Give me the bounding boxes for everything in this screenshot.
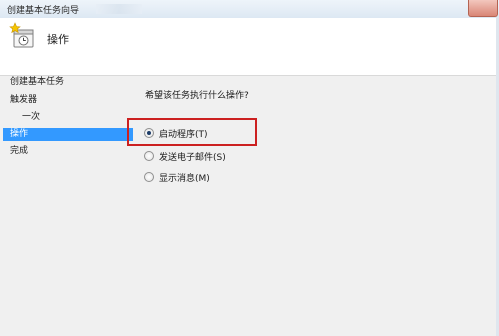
- action-question: 希望该任务执行什么操作?: [145, 91, 249, 101]
- page-title: 操作: [47, 33, 69, 46]
- close-button[interactable]: [468, 0, 498, 17]
- wizard-header: 操作: [0, 18, 499, 76]
- sidebar-item-label: 创建基本任务: [10, 77, 65, 87]
- sidebar-item-label: 触发器: [10, 95, 38, 105]
- radio-button[interactable]: [144, 151, 154, 161]
- sidebar-item-create-basic-task[interactable]: 创建基本任务: [10, 76, 64, 89]
- sidebar-item-finish[interactable]: 完成: [10, 145, 28, 158]
- sidebar-item-label: 操作: [10, 129, 29, 139]
- task-scheduler-icon: [9, 22, 34, 48]
- sidebar-item-once[interactable]: 一次: [22, 111, 40, 124]
- title-bar-ghost: [96, 4, 142, 14]
- display-message-option[interactable]: 显示消息(M): [144, 170, 210, 184]
- radio-button[interactable]: [144, 172, 154, 182]
- option-label: 显示消息(M): [159, 173, 210, 184]
- option-label: 发送电子邮件(S): [159, 152, 226, 163]
- sidebar-item-action[interactable]: 操作: [3, 128, 133, 141]
- action-options-panel: 希望该任务执行什么操作? 启动程序(T) 发送电子邮件(S) 显示消息(M): [135, 76, 499, 336]
- window-title: 创建基本任务向导: [7, 6, 80, 16]
- sidebar-item-trigger[interactable]: 触发器: [10, 94, 37, 107]
- highlight-annotation-box: [127, 118, 257, 146]
- title-bar[interactable]: 创建基本任务向导: [0, 0, 499, 19]
- sidebar-item-label: 一次: [22, 112, 41, 122]
- sidebar-item-label: 完成: [10, 146, 29, 156]
- wizard-steps-sidebar: 创建基本任务 触发器 一次 操作 完成: [0, 76, 135, 336]
- send-email-option[interactable]: 发送电子邮件(S): [144, 149, 226, 163]
